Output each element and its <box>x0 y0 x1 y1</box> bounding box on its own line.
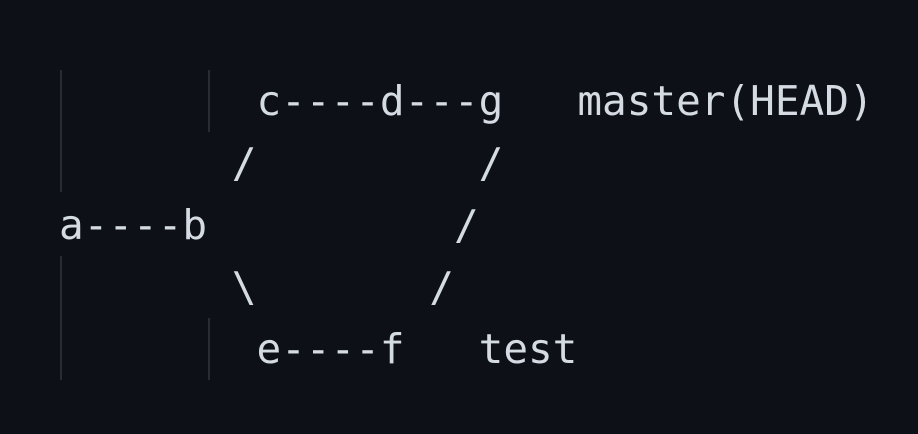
code-editor[interactable]: c----d---g master(HEAD) / / a----b / \ /… <box>0 0 918 434</box>
code-line-4: \ / <box>59 263 454 311</box>
code-line-2: / / <box>59 139 504 187</box>
code-line-5: e----f test <box>59 325 578 373</box>
code-line-1: c----d---g master(HEAD) <box>59 77 874 125</box>
code-line-3: a----b / <box>59 201 479 249</box>
